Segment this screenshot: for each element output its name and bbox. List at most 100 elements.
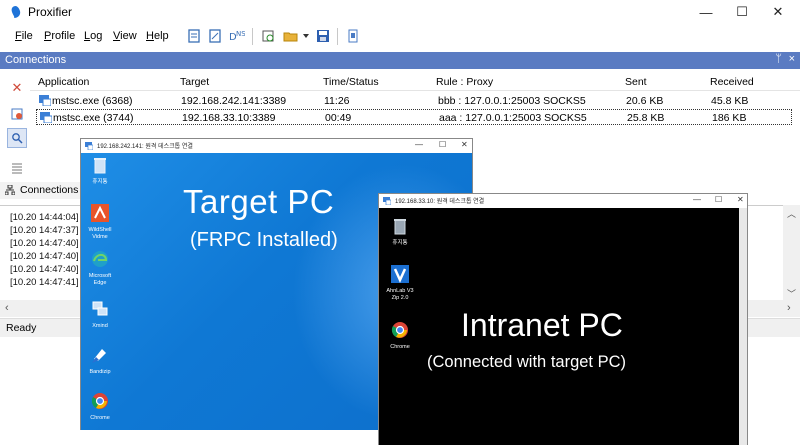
open-profile-icon[interactable] <box>283 28 299 44</box>
remote-desktop-app-icon <box>40 112 52 123</box>
cell-rule-proxy: aaa : 127.0.0.1:25003 SOCKS5 <box>439 112 587 124</box>
rdp-minimize-button[interactable]: — <box>693 195 701 204</box>
subline-rest: Installed) <box>251 229 338 251</box>
edge-icon <box>92 251 108 267</box>
intranet-pc-headline: Intranet PC <box>461 307 623 343</box>
menu-view[interactable]: View <box>113 30 137 42</box>
column-rule-proxy[interactable]: Rule : Proxy <box>436 76 493 88</box>
title-bar: Proxifier — ☐ ✕ <box>0 0 800 24</box>
rdp-maximize-button[interactable]: ☐ <box>715 195 722 204</box>
recycle-bin-icon <box>394 219 406 235</box>
cell-application: mstsc.exe (6368) <box>52 95 133 107</box>
network-computer-icon <box>92 301 108 316</box>
scroll-left-icon[interactable]: ‹ <box>5 302 9 314</box>
subline-paren: ( <box>190 229 197 251</box>
rdp-title-bar: 192.168.242.141: 원격 데스크톱 연결 — ☐ ✕ <box>81 139 472 153</box>
menu-file[interactable]: File <box>15 30 33 42</box>
rdp-window-intranet[interactable]: 192.168.33.10: 원격 데스크톱 연결 — ☐ ✕ 휴지통 AhnL… <box>378 193 748 445</box>
close-connection-icon[interactable]: ✕ <box>7 78 27 98</box>
save-profile-icon[interactable] <box>315 28 331 44</box>
column-target[interactable]: Target <box>180 76 209 88</box>
cell-rule-proxy: bbb : 127.0.0.1:25003 SOCKS5 <box>438 95 586 107</box>
rdp-vertical-scrollbar[interactable] <box>739 208 747 445</box>
intranet-pc-subline: (Connected with target PC) <box>427 353 627 371</box>
connections-panel-title: Connections <box>5 54 67 66</box>
find-connection-icon[interactable] <box>7 128 27 148</box>
cell-received: 45.8 KB <box>711 95 749 107</box>
desktop-icon[interactable]: Bandizip <box>83 345 117 376</box>
connections-side-toolbar: ✕ <box>0 70 30 185</box>
panel-close-icon[interactable]: × <box>789 53 795 65</box>
desktop-icon[interactable]: Chrome <box>383 320 417 351</box>
ahnlab-v3-icon <box>391 265 409 284</box>
cell-received: 186 KB <box>712 112 747 124</box>
log-entry: [10.20 14:47:40] <box>10 264 79 275</box>
scroll-up-icon[interactable]: ︿ <box>787 207 796 220</box>
column-time-status[interactable]: Time/Status <box>323 76 379 88</box>
menu-log[interactable]: Log <box>84 30 102 42</box>
desktop-icon[interactable]: Xmind <box>83 299 117 330</box>
toolbar-separator <box>337 28 338 45</box>
table-row[interactable]: mstsc.exe (3744) 192.168.33.10:3389 00:4… <box>36 109 792 125</box>
cell-time: 11:26 <box>324 95 350 107</box>
desktop-icon[interactable]: 휴지통 <box>383 216 417 247</box>
column-application[interactable]: Application <box>38 76 89 88</box>
chrome-icon <box>91 393 108 409</box>
pin-icon[interactable]: ᛘ <box>775 53 782 65</box>
rdp-maximize-button[interactable]: ☐ <box>439 140 446 149</box>
list-view-icon[interactable] <box>7 158 27 178</box>
table-row[interactable]: mstsc.exe (6368) 192.168.242.141:3389 11… <box>36 93 792 109</box>
status-text: Ready <box>6 322 37 334</box>
desktop-icon[interactable]: AhnLab V3 Zip 2.0 <box>383 264 417 302</box>
desktop-icon-label: 휴지통 <box>392 240 408 246</box>
log-entry: [10.20 14:47:40] <box>10 251 79 262</box>
close-button[interactable]: ✕ <box>760 0 796 24</box>
menu-profile[interactable]: Profile <box>44 30 75 42</box>
window-title: Proxifier <box>28 5 73 19</box>
cell-target: 192.168.242.141:3389 <box>181 95 287 107</box>
app-shortcut-icon <box>92 349 106 363</box>
tab-connections[interactable]: Connections <box>0 182 82 199</box>
log-entry: [10.20 14:47:41] <box>10 277 79 288</box>
desktop-icon[interactable]: 휴지통 <box>83 155 117 186</box>
cell-time: 00:49 <box>325 112 352 124</box>
scroll-down-icon[interactable]: ﹀ <box>787 287 796 300</box>
proxifier-logo-icon <box>11 6 21 18</box>
cell-target: 192.168.33.10:3389 <box>182 112 276 124</box>
remote-desktop-icon <box>85 142 93 150</box>
rdp-close-button[interactable]: ✕ <box>737 195 744 204</box>
column-sent[interactable]: Sent <box>625 76 647 88</box>
remote-desktop-icon <box>383 197 391 205</box>
column-received[interactable]: Received <box>710 76 754 88</box>
log-vertical-scrollbar[interactable]: ︿ ﹀ <box>783 205 800 300</box>
desktop-icon-label: Xmind <box>92 323 108 329</box>
menu-bar: File Profile Log View Help <box>0 26 800 48</box>
advanced-settings-icon[interactable] <box>345 28 361 44</box>
open-profile-dropdown-icon[interactable] <box>298 28 314 44</box>
desktop-icon-label: Bandizip <box>89 369 111 375</box>
maximize-button[interactable]: ☐ <box>724 0 760 24</box>
desktop-icon-label: 휴지통 <box>92 179 108 185</box>
name-resolution-icon[interactable]: D NS <box>229 28 245 44</box>
desktop-icon-label: Chrome <box>390 344 410 350</box>
desktop-icon[interactable]: WildShell Vidme <box>83 203 117 241</box>
new-profile-icon[interactable] <box>260 28 276 44</box>
rules-icon[interactable] <box>207 28 223 44</box>
subline-highlight: FRPC <box>196 229 252 251</box>
close-all-connections-icon[interactable] <box>7 104 27 124</box>
menu-help[interactable]: Help <box>146 30 169 42</box>
minimize-button[interactable]: — <box>688 0 724 24</box>
rdp-window-title: 192.168.242.141: 원격 데스크톱 연결 <box>97 144 193 150</box>
log-entry: [10.20 14:44:04] <box>10 212 79 223</box>
rdp-close-button[interactable]: ✕ <box>461 140 468 149</box>
desktop-icon[interactable]: Microsoft Edge <box>83 249 117 287</box>
target-pc-headline: Target PC <box>183 183 335 220</box>
intranet-desktop[interactable]: 휴지통 AhnLab V3 Zip 2.0 Chrome Intranet PC… <box>379 208 747 445</box>
connections-panel-header: Connections ᛘ × <box>0 52 800 69</box>
proxy-servers-icon[interactable] <box>186 28 202 44</box>
app-orange-icon <box>91 204 109 222</box>
rdp-minimize-button[interactable]: — <box>415 140 423 149</box>
desktop-icon-label: Microsoft Edge <box>88 273 112 286</box>
desktop-icon[interactable]: Chrome <box>83 391 117 422</box>
scroll-right-icon[interactable]: › <box>787 302 791 314</box>
